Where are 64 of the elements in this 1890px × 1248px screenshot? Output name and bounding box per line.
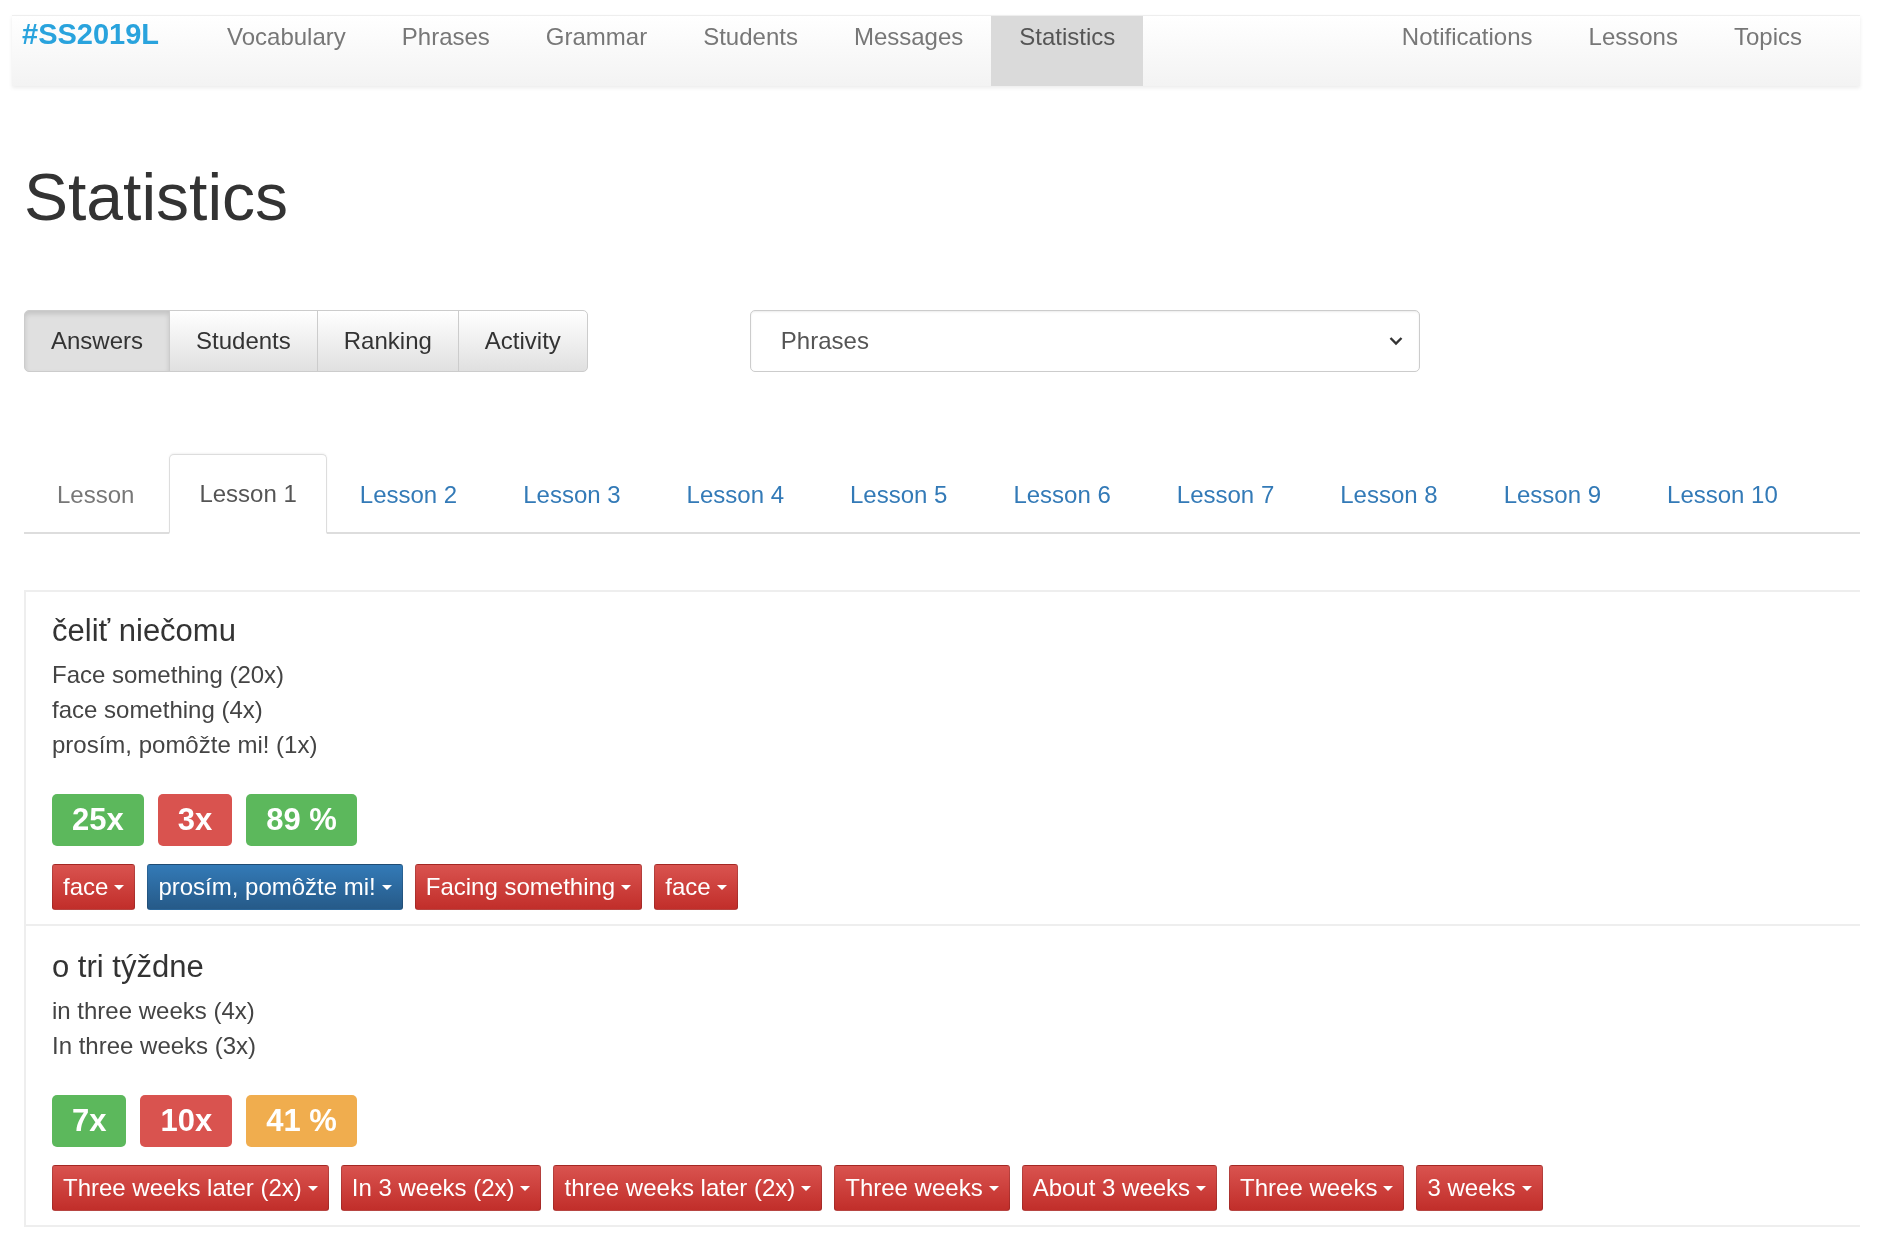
answer-dropdown-button[interactable]: three weeks later (2x) bbox=[553, 1165, 823, 1212]
answer-dropdown-button[interactable]: About 3 weeks bbox=[1021, 1165, 1218, 1212]
answer-dropdown-button[interactable]: Three weeks bbox=[834, 1165, 1010, 1212]
caret-icon bbox=[381, 884, 392, 890]
answer-dropdown-button[interactable]: face bbox=[654, 864, 738, 911]
chevron-down-icon bbox=[1388, 336, 1403, 346]
caret-icon bbox=[801, 1185, 812, 1191]
lesson-tab[interactable]: Lesson 6 bbox=[980, 454, 1144, 534]
caret-icon bbox=[716, 884, 727, 890]
answer-dropdown-button[interactable]: Three weeks later (2x) bbox=[52, 1165, 329, 1212]
nav-link[interactable]: Phrases bbox=[373, 16, 518, 86]
caret-icon bbox=[1196, 1185, 1207, 1191]
stat-badge: 10x bbox=[140, 1095, 233, 1148]
view-button[interactable]: Answers bbox=[24, 310, 171, 372]
nav-link[interactable]: Notifications bbox=[1373, 16, 1561, 86]
answer-dropdown-button[interactable]: face bbox=[52, 864, 136, 911]
caret-icon bbox=[520, 1185, 531, 1191]
nav-link[interactable]: Messages bbox=[825, 16, 992, 86]
view-button[interactable]: Ranking bbox=[316, 310, 459, 372]
lesson-tab[interactable]: Lesson 2 bbox=[326, 454, 491, 534]
lesson-tab[interactable]: Lesson 5 bbox=[817, 454, 981, 534]
answer-text: Face something (20x) bbox=[52, 660, 286, 691]
lesson-tab[interactable]: Lesson 7 bbox=[1143, 454, 1308, 534]
stat-badge: 89 % bbox=[246, 794, 357, 847]
view-button[interactable]: Activity bbox=[457, 310, 588, 372]
lesson-tab[interactable]: Lesson 1 bbox=[169, 454, 327, 534]
nav-link[interactable]: Lessons bbox=[1560, 16, 1706, 86]
answer-text: prosím, pomôžte mi! (1x) bbox=[52, 730, 319, 761]
caret-icon bbox=[1383, 1185, 1394, 1191]
lesson-tab[interactable]: Lesson 4 bbox=[653, 454, 817, 534]
stat-badge: 41 % bbox=[246, 1095, 357, 1148]
tabs-label: Lesson bbox=[56, 479, 136, 510]
answer-dropdown-button[interactable]: In 3 weeks (2x) bbox=[340, 1165, 542, 1212]
page-title: Statistics bbox=[24, 164, 290, 230]
answer-text: In three weeks (3x) bbox=[52, 1031, 258, 1062]
answer-text: face something (4x) bbox=[52, 695, 264, 726]
category-select[interactable]: Phrases bbox=[749, 310, 1420, 372]
stat-badge: 25x bbox=[52, 794, 144, 847]
caret-icon bbox=[988, 1185, 999, 1191]
nav-link[interactable]: Topics bbox=[1705, 16, 1830, 86]
phrase-heading: čeliť niečomu bbox=[52, 612, 237, 650]
answer-dropdown-button[interactable]: 3 weeks bbox=[1416, 1165, 1543, 1212]
caret-icon bbox=[114, 884, 125, 890]
nav-link[interactable]: Grammar bbox=[517, 16, 676, 86]
brand-link[interactable]: #SS2019L bbox=[12, 16, 200, 86]
nav-link[interactable]: Statistics bbox=[991, 16, 1144, 86]
caret-icon bbox=[621, 884, 632, 890]
lesson-tab[interactable]: Lesson 3 bbox=[490, 454, 654, 534]
select-value: Phrases bbox=[780, 327, 869, 355]
phrase-heading: o tri týždne bbox=[52, 948, 205, 986]
stat-badge: 3x bbox=[157, 794, 233, 847]
answer-dropdown-button[interactable]: Three weeks bbox=[1229, 1165, 1405, 1212]
caret-icon bbox=[1521, 1185, 1532, 1191]
view-button[interactable]: Students bbox=[169, 310, 318, 372]
lesson-tab[interactable]: Lesson 10 bbox=[1634, 454, 1811, 534]
caret-icon bbox=[307, 1185, 318, 1191]
nav-link[interactable]: Vocabulary bbox=[199, 16, 374, 86]
nav-link[interactable]: Students bbox=[675, 16, 826, 86]
lesson-tab[interactable]: Lesson 8 bbox=[1307, 454, 1471, 534]
stat-badge: 7x bbox=[52, 1095, 127, 1148]
answer-dropdown-button[interactable]: Facing something bbox=[414, 864, 643, 911]
answer-text: in three weeks (4x) bbox=[52, 996, 256, 1027]
lesson-tab[interactable]: Lesson 9 bbox=[1470, 454, 1635, 534]
answer-dropdown-button[interactable]: prosím, pomôžte mi! bbox=[147, 864, 403, 911]
